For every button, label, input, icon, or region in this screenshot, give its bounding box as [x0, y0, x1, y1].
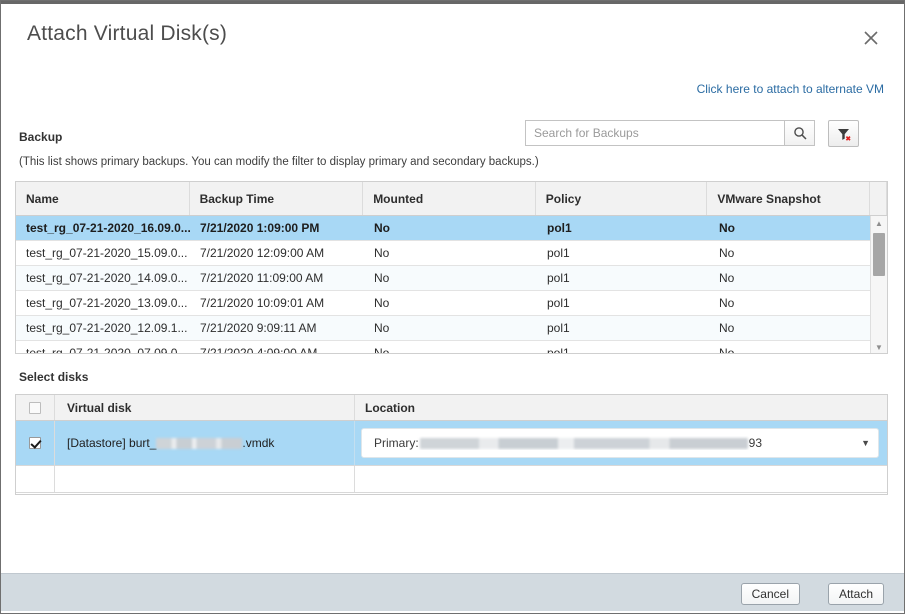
table-row[interactable]: test_rg_07-21-2020_14.09.0... 7/21/2020 …	[16, 266, 887, 291]
column-header-spacer	[870, 182, 887, 215]
table-row[interactable]: test_rg_07-21-2020_12.09.1... 7/21/2020 …	[16, 316, 887, 341]
backups-table-scrollbar[interactable]: ▲ ▼	[870, 216, 887, 354]
cell-policy: pol1	[537, 316, 709, 340]
cell-name: test_rg_07-21-2020_15.09.0...	[16, 241, 190, 265]
cell-mounted: No	[364, 266, 537, 290]
cell-policy: pol1	[537, 216, 709, 240]
cell-backup-time: 7/21/2020 4:09:00 AM	[190, 341, 364, 354]
cell-backup-time: 7/21/2020 12:09:00 AM	[190, 241, 364, 265]
column-header-backup-time[interactable]: Backup Time	[190, 182, 364, 215]
cell-virtual-disk: [Datastore] burt_ .vmdk	[55, 421, 355, 465]
select-disks-label: Select disks	[19, 370, 88, 384]
cell-vmware-snapshot: No	[709, 341, 872, 354]
cancel-button[interactable]: Cancel	[741, 583, 800, 605]
cell-vmware-snapshot: No	[709, 266, 872, 290]
location-dropdown[interactable]: Primary: 93 ▼	[361, 428, 879, 458]
cell-policy: pol1	[537, 291, 709, 315]
attach-virtual-disks-dialog: Attach Virtual Disk(s) Click here to att…	[0, 0, 905, 614]
cell-mounted: No	[364, 291, 537, 315]
select-disks-table-header: Virtual disk Location	[16, 395, 887, 421]
cell-backup-time: 7/21/2020 11:09:00 AM	[190, 266, 364, 290]
cell-policy: pol1	[537, 241, 709, 265]
virtual-disk-suffix: .vmdk	[242, 436, 274, 450]
location-redacted	[420, 438, 748, 449]
table-row[interactable]: test_rg_07-21-2020_16.09.0... 7/21/2020 …	[16, 216, 887, 241]
table-row[interactable]: test_rg_07-21-2020_07.09.0... 7/21/2020 …	[16, 341, 887, 354]
empty-checkbox-cell	[16, 466, 55, 492]
virtual-disk-redacted	[156, 438, 242, 449]
scroll-down-icon[interactable]: ▼	[871, 340, 887, 354]
window-top-edge	[1, 1, 905, 4]
cell-vmware-snapshot: No	[709, 316, 872, 340]
cell-policy: pol1	[537, 341, 709, 354]
backup-section-note: (This list shows primary backups. You ca…	[19, 156, 539, 168]
cell-name: test_rg_07-21-2020_07.09.0...	[16, 341, 190, 354]
table-row[interactable]: [Datastore] burt_ .vmdk Primary: 93 ▼	[16, 421, 887, 466]
cell-backup-time: 7/21/2020 9:09:11 AM	[190, 316, 364, 340]
attach-button[interactable]: Attach	[828, 583, 884, 605]
cell-vmware-snapshot: No	[709, 291, 872, 315]
backups-table-header: Name Backup Time Mounted Policy VMware S…	[16, 182, 887, 216]
chevron-down-icon[interactable]: ▼	[861, 438, 870, 448]
select-disks-table: Virtual disk Location [Datastore] burt_.…	[15, 394, 888, 495]
table-row[interactable]: test_rg_07-21-2020_13.09.0... 7/21/2020 …	[16, 291, 887, 316]
row-checkbox-cell	[16, 421, 55, 465]
page-title: Attach Virtual Disk(s)	[27, 22, 227, 46]
column-header-policy[interactable]: Policy	[536, 182, 708, 215]
cell-name: test_rg_07-21-2020_12.09.1...	[16, 316, 190, 340]
search-input[interactable]	[525, 120, 784, 146]
search-icon[interactable]	[784, 120, 815, 146]
row-checkbox[interactable]	[29, 437, 41, 449]
empty-virtual-disk-cell	[55, 466, 355, 492]
cell-mounted: No	[364, 316, 537, 340]
backups-table-body: test_rg_07-21-2020_16.09.0... 7/21/2020 …	[16, 216, 887, 354]
scrollbar-thumb[interactable]	[873, 233, 885, 276]
cell-mounted: No	[364, 241, 537, 265]
table-row[interactable]: test_rg_07-21-2020_15.09.0... 7/21/2020 …	[16, 241, 887, 266]
backup-section-label: Backup	[19, 130, 62, 144]
backups-table: Name Backup Time Mounted Policy VMware S…	[15, 181, 888, 354]
cell-mounted: No	[364, 341, 537, 354]
attach-alternate-vm-link[interactable]: Click here to attach to alternate VM	[697, 82, 884, 96]
table-row-empty	[16, 466, 887, 493]
scroll-up-icon[interactable]: ▲	[871, 216, 887, 231]
filter-clear-icon[interactable]	[828, 120, 859, 147]
virtual-disk-prefix: [Datastore] burt_	[67, 436, 156, 450]
select-all-checkbox-cell	[16, 395, 55, 420]
column-header-mounted[interactable]: Mounted	[363, 182, 536, 215]
location-prefix: Primary:	[374, 436, 419, 450]
column-header-name[interactable]: Name	[16, 182, 190, 215]
cell-vmware-snapshot: No	[709, 216, 872, 240]
select-all-checkbox[interactable]	[29, 402, 41, 414]
close-icon[interactable]	[858, 25, 884, 51]
cell-policy: pol1	[537, 266, 709, 290]
column-header-vmware-snapshot[interactable]: VMware Snapshot	[707, 182, 870, 215]
cell-vmware-snapshot: No	[709, 241, 872, 265]
cell-backup-time: 7/21/2020 1:09:00 PM	[190, 216, 364, 240]
cell-name: test_rg_07-21-2020_16.09.0...	[16, 216, 190, 240]
cell-name: test_rg_07-21-2020_14.09.0...	[16, 266, 190, 290]
column-header-location[interactable]: Location	[355, 395, 887, 420]
column-header-virtual-disk[interactable]: Virtual disk	[55, 395, 355, 420]
cell-location: Primary: 93 ▼	[355, 421, 887, 465]
backup-search	[525, 120, 815, 146]
dialog-footer: Cancel Attach	[1, 573, 904, 611]
location-suffix: 93	[749, 436, 762, 450]
cell-backup-time: 7/21/2020 10:09:01 AM	[190, 291, 364, 315]
cell-mounted: No	[364, 216, 537, 240]
cell-name: test_rg_07-21-2020_13.09.0...	[16, 291, 190, 315]
empty-location-cell	[355, 466, 887, 492]
